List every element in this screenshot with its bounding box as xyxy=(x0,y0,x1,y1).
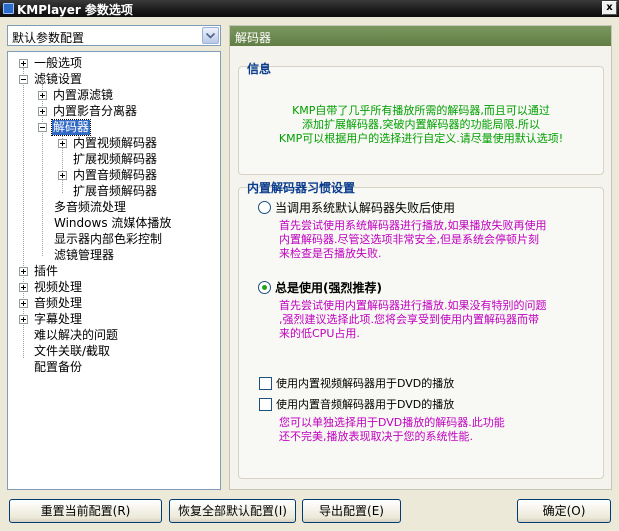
collapse-icon[interactable] xyxy=(38,123,47,132)
tree-item-ext-video-decoder[interactable]: 扩展视频解码器 xyxy=(72,152,158,167)
fallback-desc-2: 内置解码器.尽管这选项非常安全,但是系统会停顿片刻 xyxy=(279,233,539,246)
dvd-note-2: 还不完美,播放表现取决于您的系统性能. xyxy=(279,430,473,443)
config-preset-select[interactable]: 默认参数配置 xyxy=(7,25,221,46)
tree-item-multi-audio[interactable]: 多音频流处理 xyxy=(53,200,127,215)
always-desc-3: 来的低CPU占用. xyxy=(279,327,360,340)
collapse-icon[interactable] xyxy=(19,75,28,84)
expand-icon[interactable] xyxy=(19,299,28,308)
chevron-down-icon[interactable] xyxy=(202,27,219,44)
always-desc-2: ,强烈建议选择此项.您将会享受到使用内置解码器而带 xyxy=(279,313,539,326)
habit-group-title: 内置解码器习惯设置 xyxy=(247,181,356,195)
info-line-3: KMP可以根据用户的选择进行自定义.请尽量使用默认选项! xyxy=(278,132,564,145)
tree-item-color-control[interactable]: 显示器内部色彩控制 xyxy=(53,232,163,247)
export-config-button[interactable]: 导出配置(E) xyxy=(302,499,401,523)
expand-icon[interactable] xyxy=(19,267,28,276)
expand-icon[interactable] xyxy=(38,91,47,100)
dvd-video-label[interactable]: 使用内置视频解码器用于DVD的播放 xyxy=(276,377,454,391)
dvd-video-checkbox[interactable] xyxy=(259,377,272,390)
dvd-audio-checkbox[interactable] xyxy=(259,398,272,411)
close-button[interactable]: x xyxy=(602,1,617,15)
always-desc-1: 首先尝试使用内置解码器进行播放.如果没有特别的问题 xyxy=(279,299,547,312)
config-preset-value: 默认参数配置 xyxy=(12,31,85,45)
expand-icon[interactable] xyxy=(38,107,47,116)
fallback-desc-3: 来检查是否播放失败. xyxy=(279,247,382,260)
info-line-2: 添加扩展解码器,突破内置解码器的功能局限.所以 xyxy=(302,118,540,131)
app-icon xyxy=(3,3,14,14)
panel-title: 解码器 xyxy=(235,31,272,45)
dvd-audio-label[interactable]: 使用内置音频解码器用于DVD的播放 xyxy=(276,398,454,412)
decoder-settings-panel: 解码器 信息 KMP自带了几乎所有播放所需的解码器,而且可以通过 添加扩展解码器… xyxy=(229,25,612,490)
tree-item-filter-manager[interactable]: 滤镜管理器 xyxy=(53,248,115,263)
dvd-note-1: 您可以单独选择用于DVD播放的解码器.此功能 xyxy=(279,416,505,429)
expand-icon[interactable] xyxy=(58,171,67,180)
fallback-desc-1: 首先尝试使用系统解码器进行播放,如果播放失败再使用 xyxy=(279,219,547,232)
settings-tree[interactable]: 一般选项 滤镜设置 内置源滤镜 内置影音分离器 解码器 内置视频解码器 扩展视频… xyxy=(7,51,221,490)
title-bar: KMPlayer 参数选项 x xyxy=(0,0,619,17)
tree-item-file-assoc[interactable]: 文件关联/截取 xyxy=(33,344,111,359)
tree-item-ext-audio-decoder[interactable]: 扩展音频解码器 xyxy=(72,184,158,199)
ok-button[interactable]: 确定(O) xyxy=(517,499,611,523)
expand-icon[interactable] xyxy=(58,139,67,148)
reset-current-button[interactable]: 重置当前配置(R) xyxy=(9,499,162,523)
window-title: KMPlayer 参数选项 xyxy=(17,3,133,17)
tree-item-troubleshoot[interactable]: 难以解决的问题 xyxy=(33,328,119,343)
tree-item-backup[interactable]: 配置备份 xyxy=(33,360,83,375)
radio-button[interactable] xyxy=(258,201,271,214)
restore-all-defaults-button[interactable]: 恢复全部默认配置(I) xyxy=(169,499,296,523)
info-group-title: 信息 xyxy=(247,62,272,76)
tree-item-windows-media[interactable]: Windows 流媒体播放 xyxy=(53,216,172,231)
radio-button-selected[interactable] xyxy=(258,281,271,294)
panel-header: 解码器 xyxy=(230,26,611,46)
expand-icon[interactable] xyxy=(19,59,28,68)
expand-icon[interactable] xyxy=(19,315,28,324)
info-line-1: KMP自带了几乎所有播放所需的解码器,而且可以通过 xyxy=(292,104,550,117)
expand-icon[interactable] xyxy=(19,283,28,292)
